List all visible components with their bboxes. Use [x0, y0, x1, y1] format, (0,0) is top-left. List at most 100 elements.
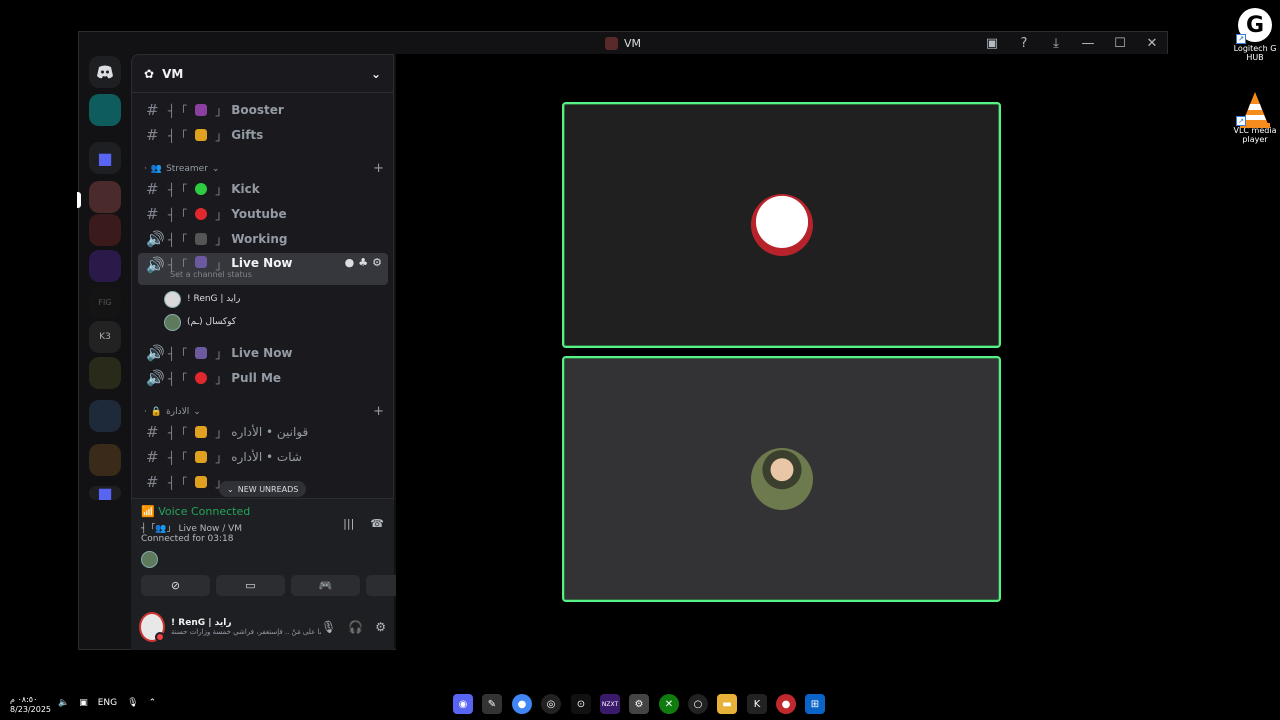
chat-icon[interactable]: ● [345, 256, 355, 269]
invite-icon[interactable]: ♣ [358, 256, 368, 269]
discord-home-icon[interactable] [89, 56, 121, 88]
add-channel-button[interactable]: + [373, 161, 384, 176]
participant-tile[interactable] [562, 102, 1001, 348]
channel-status-hint[interactable]: Set a channel status [170, 270, 252, 279]
app-taskbar-icon[interactable]: K [747, 694, 767, 714]
download-icon[interactable]: ⤓ [1047, 34, 1065, 52]
voice-stage [396, 54, 1168, 650]
folder-icon-2[interactable]: ■ [89, 486, 121, 500]
voice-user-name: (ـم) كوكسال [187, 317, 237, 327]
server-header[interactable]: ✿ VM ⌄ [132, 55, 393, 93]
steam-taskbar-icon[interactable]: ◎ [541, 694, 561, 714]
new-unreads-label: NEW UNREADS [237, 484, 299, 494]
voice-channel-icon: 🔊 [146, 256, 165, 274]
server-icon-5[interactable]: FIG [89, 286, 121, 318]
lock-emoji-icon [195, 426, 208, 438]
chevron-down-icon: ⌄ [193, 406, 201, 417]
app-red-taskbar-icon[interactable]: ● [776, 694, 796, 714]
avatar[interactable] [139, 611, 166, 642]
group-emoji-icon [195, 347, 208, 359]
minimize-button[interactable]: — [1079, 34, 1097, 52]
lock-emoji-icon [195, 476, 208, 488]
vlc-cone-icon: ↗ [1236, 90, 1272, 128]
help-icon[interactable]: ? [1015, 34, 1033, 52]
channel-live-now-active[interactable]: 🔊 ┤「」 Live Now ● ♣ ⚙ Set a channel status [138, 253, 388, 285]
voice-user[interactable]: ! RenG | رايد [164, 289, 240, 309]
channel-live-now-2[interactable]: 🔊 ┤「」 Live Now [138, 342, 388, 364]
activity-button[interactable]: 🎮 [291, 575, 360, 596]
new-unreads-pill[interactable]: ⌄ NEW UNREADS [219, 481, 307, 497]
disconnect-icon[interactable]: ☎ [370, 517, 384, 530]
channel-gifts[interactable]: # ┤「」 Gifts [138, 124, 388, 146]
discord-taskbar-icon[interactable]: ◉ [453, 694, 473, 714]
clock-time: ٠٨:٥٠ م [10, 695, 38, 704]
settings-gear-icon[interactable]: ⚙ [372, 256, 382, 269]
user-settings-gear-icon[interactable]: ⚙ [375, 620, 386, 634]
server-icon-7[interactable] [89, 357, 121, 389]
camera-off-button[interactable]: ⊘ [141, 575, 210, 596]
microphone-icon[interactable]: 🎙 [321, 620, 336, 634]
microphone-tray-icon[interactable]: 🎙 [127, 698, 138, 708]
add-channel-button[interactable]: + [373, 404, 384, 419]
channel-working[interactable]: 🔊 ┤「」 Working [138, 228, 388, 250]
window-title-text: VM [623, 36, 641, 50]
noise-suppression-icon[interactable]: ||| [343, 517, 354, 530]
participant-tile[interactable] [562, 356, 1001, 602]
voice-connection-panel: 📶 Voice Connected ┤「👥」 Live Now / VM Con… [131, 498, 435, 603]
speaker-icon[interactable]: 🔈 [58, 698, 69, 708]
text-channel-icon: # [146, 448, 159, 466]
channel-youtube[interactable]: # ┤「」 Youtube [138, 203, 388, 225]
voice-channel-path[interactable]: ┤「👥」 Live Now / VM [141, 521, 242, 534]
server-icon-3[interactable] [89, 214, 121, 246]
search-taskbar-icon[interactable]: ○ [688, 694, 708, 714]
chevron-down-icon[interactable]: ⌄ [371, 67, 381, 81]
channel-pull-me[interactable]: 🔊 ┤「」 Pull Me [138, 367, 388, 389]
inbox-icon[interactable]: ▣ [983, 34, 1001, 52]
channel-admin-chat[interactable]: # ┤「」 شات • الأداره [138, 446, 388, 468]
category-emoji-icon: 👥 [150, 163, 163, 174]
voice-channel-icon: 🔊 [146, 230, 165, 248]
voice-user[interactable]: (ـم) كوكسال [164, 312, 236, 332]
category-streamer[interactable]: · 👥 Streamer ⌄ + [144, 161, 384, 176]
server-folder-1[interactable] [89, 400, 121, 432]
xbox-taskbar-icon[interactable]: ✕ [659, 694, 679, 714]
maximize-button[interactable]: ☐ [1111, 34, 1129, 52]
channel-kick[interactable]: # ┤「」 Kick [138, 178, 388, 200]
server-icon-6[interactable]: K3 [89, 321, 121, 353]
nzxt-taskbar-icon[interactable]: NZXT [600, 694, 620, 714]
green-circle-icon [195, 183, 208, 195]
desktop-icon-logitech[interactable]: G ↗ Logitech G HUB [1225, 8, 1280, 62]
headphones-icon[interactable]: 🎧 [348, 620, 363, 634]
user-info[interactable]: ! RenG | رايد ما على مَنْ .. فإستغفر، فر… [171, 618, 321, 636]
notepad-taskbar-icon[interactable]: ✎ [482, 694, 502, 714]
server-icon-4[interactable] [89, 250, 121, 282]
avatar[interactable] [141, 551, 158, 568]
language-indicator[interactable]: ENG [98, 698, 117, 708]
windows-start-icon[interactable]: ⊞ [805, 694, 825, 714]
avatar [164, 290, 181, 308]
file-explorer-taskbar-icon[interactable]: ▬ [717, 694, 737, 714]
channel-admin-rules[interactable]: # ┤「」 قوانين • الأداره [138, 421, 388, 443]
settings-taskbar-icon[interactable]: ⚙ [629, 694, 649, 714]
share-screen-button[interactable]: ▭ [216, 575, 285, 596]
channel-label: Working [231, 232, 288, 246]
server-icon-1[interactable] [89, 94, 121, 126]
server-folder-2[interactable] [89, 444, 121, 476]
server-icon-2[interactable] [89, 181, 121, 213]
clock[interactable]: ٠٨:٥٠ م 8/23/2025 [10, 695, 51, 715]
chevron-up-icon[interactable]: ⌃ [149, 698, 157, 708]
chrome-taskbar-icon[interactable]: ● [512, 694, 532, 714]
close-button[interactable]: ✕ [1143, 34, 1161, 52]
channel-label: Gifts [231, 128, 264, 142]
text-channel-icon: # [146, 473, 159, 491]
avatar [750, 448, 813, 510]
channel-booster[interactable]: # ┤「」 Booster [138, 99, 388, 121]
category-admin[interactable]: · 🔒 الادارة ⌄ + [144, 404, 384, 419]
obs-taskbar-icon[interactable]: ⊙ [571, 694, 591, 714]
voice-status[interactable]: 📶 Voice Connected [141, 505, 250, 518]
network-icon[interactable]: ▣ [79, 698, 88, 708]
category-label: Streamer [166, 163, 208, 174]
clock-date: 8/23/2025 [10, 705, 52, 714]
folder-icon[interactable]: ■ [89, 142, 121, 174]
desktop-icon-vlc[interactable]: ↗ VLC media player [1225, 90, 1280, 144]
